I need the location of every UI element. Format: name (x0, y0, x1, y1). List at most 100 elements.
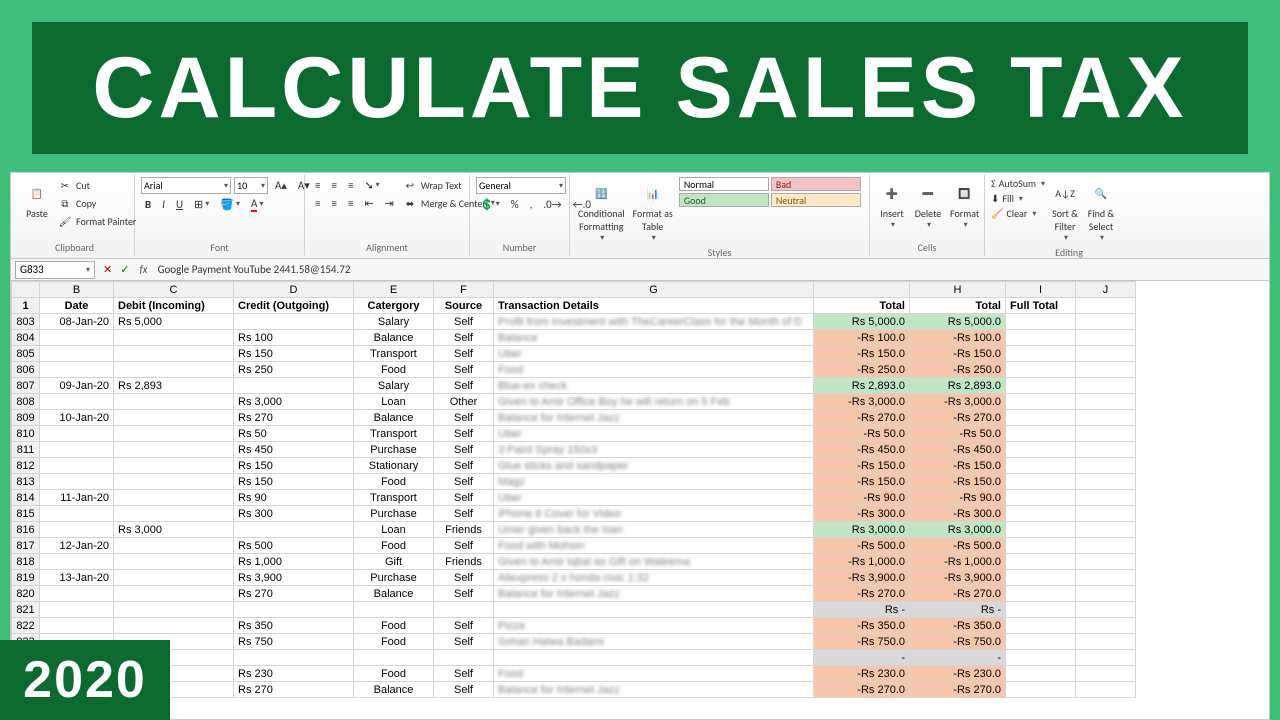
col-B[interactable]: B (40, 282, 114, 298)
clear-button[interactable]: 🧹 Clear (991, 207, 1045, 220)
cell-category[interactable]: Balance (354, 330, 434, 346)
find-select-button[interactable]: 🔍Find & Select (1085, 177, 1117, 245)
cell-category[interactable]: Purchase (354, 506, 434, 522)
cell-debit[interactable] (114, 362, 234, 378)
cell-total-h[interactable]: -Rs 500.0 (910, 538, 1006, 554)
border-button[interactable]: ⊞ (190, 196, 213, 212)
cell-details[interactable]: Uber (494, 490, 814, 506)
cell-total-g[interactable]: -Rs 150.0 (814, 346, 910, 362)
cell-date[interactable] (40, 346, 114, 362)
cell-debit[interactable] (114, 330, 234, 346)
row-header[interactable]: 808 (12, 394, 40, 410)
cell-source[interactable]: Self (434, 634, 494, 650)
cell-source[interactable]: Self (434, 618, 494, 634)
cell-debit[interactable]: Rs 2,893 (114, 378, 234, 394)
cell-source[interactable]: Self (434, 362, 494, 378)
cell-credit[interactable]: Rs 750 (234, 634, 354, 650)
cell-category[interactable]: Food (354, 666, 434, 682)
cell-debit[interactable] (114, 442, 234, 458)
italic-button[interactable]: I (158, 196, 169, 212)
cell-category[interactable]: Balance (354, 410, 434, 426)
cell-debit[interactable] (114, 458, 234, 474)
cell-credit[interactable]: Rs 50 (234, 426, 354, 442)
cell-j[interactable] (1076, 602, 1136, 618)
cell-details[interactable]: Magz (494, 474, 814, 490)
style-good[interactable]: Good (679, 193, 769, 207)
cell-details[interactable]: Food with Mohsin (494, 538, 814, 554)
cell-total-h[interactable]: -Rs 300.0 (910, 506, 1006, 522)
cell-total-h[interactable]: -Rs 50.0 (910, 426, 1006, 442)
cell-date[interactable]: 08-Jan-20 (40, 314, 114, 330)
accounting-format-button[interactable]: 💲 (476, 196, 504, 212)
cell-j[interactable] (1076, 634, 1136, 650)
cell-total-g[interactable]: -Rs 3,900.0 (814, 570, 910, 586)
cell-j[interactable] (1076, 650, 1136, 666)
paste-button[interactable]: 📋 Paste (21, 177, 53, 222)
cell-debit[interactable] (114, 586, 234, 602)
cell-details[interactable]: Aliexpress 2 x honda civic 1:32 (494, 570, 814, 586)
cell-j[interactable] (1076, 426, 1136, 442)
cell-total-g[interactable]: Rs 3,000.0 (814, 522, 910, 538)
style-neutral[interactable]: Neutral (771, 193, 861, 207)
cell-total-g[interactable]: -Rs 270.0 (814, 682, 910, 698)
cell-full-total[interactable] (1006, 426, 1076, 442)
cell-details[interactable]: iPhone 8 Cover for Video (494, 506, 814, 522)
hdr-full-total[interactable]: Full Total (1006, 298, 1076, 314)
cell-full-total[interactable] (1006, 522, 1076, 538)
cell-total-g[interactable]: -Rs 90.0 (814, 490, 910, 506)
cell-source[interactable]: Self (434, 506, 494, 522)
cell-total-h[interactable]: -Rs 1,000.0 (910, 554, 1006, 570)
cell-j[interactable] (1076, 410, 1136, 426)
cell-date[interactable]: 11-Jan-20 (40, 490, 114, 506)
cell-full-total[interactable] (1006, 554, 1076, 570)
cell-total-g[interactable]: -Rs 100.0 (814, 330, 910, 346)
cell-source[interactable]: Self (434, 474, 494, 490)
cell-details[interactable]: Given to Amir Office Boy he will return … (494, 394, 814, 410)
sort-filter-button[interactable]: A↓ZSort & Filter (1049, 177, 1081, 245)
hdr-details[interactable]: Transaction Details (494, 298, 814, 314)
cell-full-total[interactable] (1006, 458, 1076, 474)
cell-category[interactable] (354, 602, 434, 618)
cell-credit[interactable]: Rs 270 (234, 586, 354, 602)
cell-full-total[interactable] (1006, 362, 1076, 378)
hdr-debit[interactable]: Debit (Incoming) (114, 298, 234, 314)
cell-details[interactable]: Balance for Internet Jazz (494, 410, 814, 426)
cell-category[interactable] (354, 650, 434, 666)
cell-debit[interactable] (114, 538, 234, 554)
cell-category[interactable]: Salary (354, 378, 434, 394)
row-header[interactable]: 821 (12, 602, 40, 618)
row-header[interactable]: 811 (12, 442, 40, 458)
copy-button[interactable]: ⧉Copy (57, 195, 136, 211)
hdr-category[interactable]: Catergory (354, 298, 434, 314)
cell-category[interactable]: Food (354, 538, 434, 554)
cell-date[interactable] (40, 442, 114, 458)
bold-button[interactable]: B (141, 196, 155, 212)
cell-credit[interactable]: Rs 270 (234, 410, 354, 426)
cell-category[interactable]: Gift (354, 554, 434, 570)
cell-total-g[interactable]: -Rs 270.0 (814, 586, 910, 602)
cell-credit[interactable]: Rs 3,900 (234, 570, 354, 586)
cell-total-g[interactable]: -Rs 350.0 (814, 618, 910, 634)
align-left-button[interactable]: ≡ (311, 195, 324, 211)
align-right-button[interactable]: ≡ (344, 195, 357, 211)
hdr-j[interactable] (1076, 298, 1136, 314)
cell-source[interactable] (434, 650, 494, 666)
fx-icon[interactable]: fx (133, 263, 153, 276)
cell-date[interactable] (40, 330, 114, 346)
cell-details[interactable]: Food (494, 666, 814, 682)
cell-total-g[interactable]: -Rs 1,000.0 (814, 554, 910, 570)
cell-credit[interactable] (234, 602, 354, 618)
cell-debit[interactable] (114, 394, 234, 410)
cell-source[interactable]: Self (434, 490, 494, 506)
cell-source[interactable]: Self (434, 410, 494, 426)
cell-details[interactable] (494, 602, 814, 618)
col-G[interactable]: G (494, 282, 814, 298)
cell-credit[interactable]: Rs 250 (234, 362, 354, 378)
cell-details[interactable]: Blue-ex check (494, 378, 814, 394)
cell-date[interactable] (40, 586, 114, 602)
cell-total-h[interactable]: -Rs 150.0 (910, 458, 1006, 474)
col-E[interactable]: E (354, 282, 434, 298)
number-format-select[interactable]: General (476, 177, 566, 194)
align-top-button[interactable]: ≡ (311, 177, 324, 193)
comma-button[interactable]: , (526, 196, 537, 212)
